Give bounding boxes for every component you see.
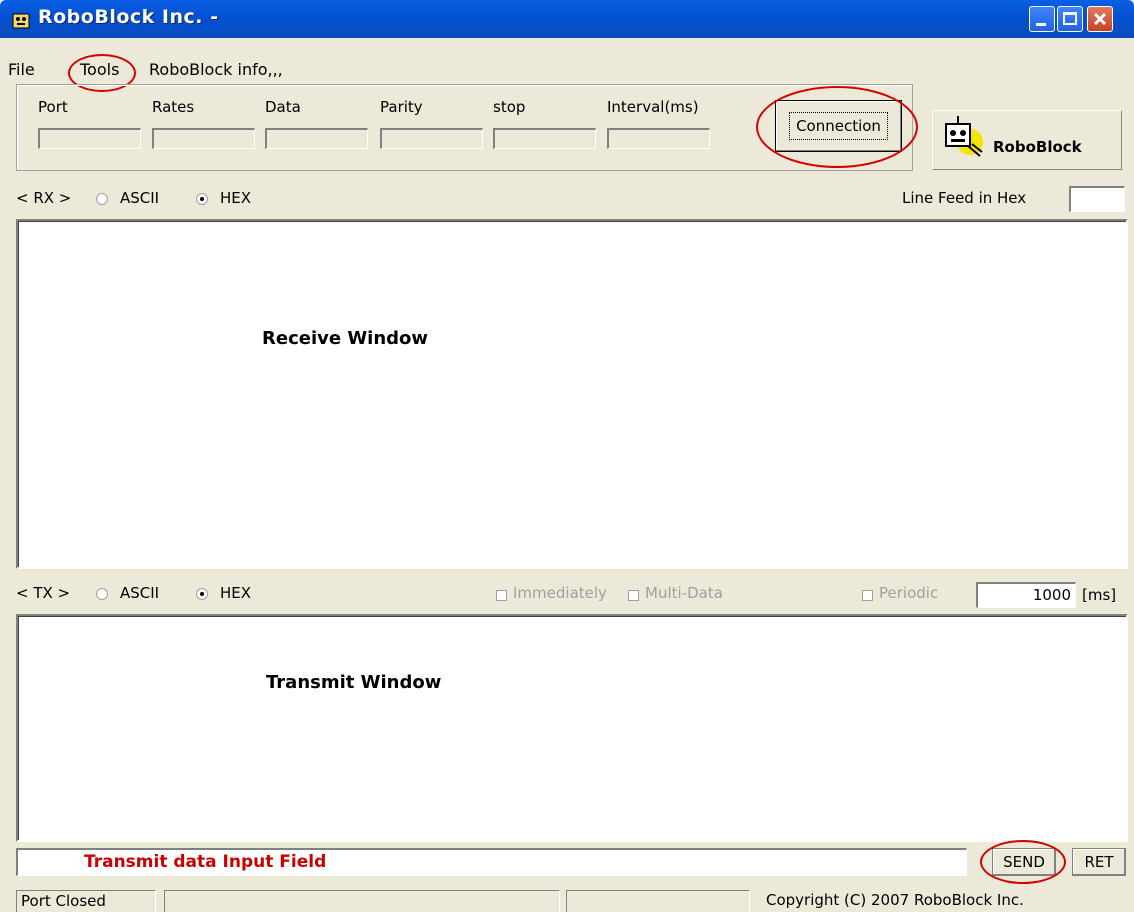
line-feed-label: Line Feed in Hex xyxy=(902,189,1027,207)
annotation-circle-send xyxy=(980,840,1066,884)
ret-button[interactable]: RET xyxy=(1072,848,1126,876)
tx-ascii-label[interactable]: ASCII xyxy=(120,584,159,602)
window-title: RoboBlock Inc. - xyxy=(38,6,219,28)
parity-label: Parity xyxy=(380,98,423,116)
immediately-checkbox[interactable] xyxy=(496,590,507,601)
minimize-icon xyxy=(1036,23,1046,26)
tx-hex-label[interactable]: HEX xyxy=(220,584,251,602)
periodic-interval-input[interactable]: 1000 xyxy=(976,582,1076,608)
rx-ascii-label[interactable]: ASCII xyxy=(120,189,159,207)
status-port: Port Closed xyxy=(16,890,156,912)
robot-logo-icon xyxy=(945,116,983,157)
rx-hex-radio[interactable] xyxy=(196,193,208,205)
line-feed-input[interactable] xyxy=(1069,186,1125,212)
annotation-circle-connection xyxy=(756,86,918,168)
periodic-checkbox[interactable] xyxy=(862,590,873,601)
multi-data-label[interactable]: Multi-Data xyxy=(645,584,723,602)
maximize-button[interactable] xyxy=(1057,6,1083,32)
transmit-window[interactable] xyxy=(16,614,1128,842)
rx-ascii-radio[interactable] xyxy=(96,193,108,205)
transmit-input-placeholder: Transmit data Input Field xyxy=(84,852,327,872)
receive-window[interactable] xyxy=(16,219,1128,569)
menu-roboblock-info[interactable]: RoboBlock info,,, xyxy=(149,60,283,79)
logo-label: RoboBlock xyxy=(993,138,1082,156)
minimize-button[interactable] xyxy=(1029,6,1055,32)
status-panel-2 xyxy=(164,890,560,912)
robot-app-icon xyxy=(12,13,30,29)
tx-prefix: < TX > xyxy=(16,584,71,602)
multi-data-checkbox[interactable] xyxy=(628,590,639,601)
tx-hex-radio[interactable] xyxy=(196,588,208,600)
parity-field[interactable] xyxy=(380,128,483,149)
port-label: Port xyxy=(38,98,68,116)
close-button[interactable] xyxy=(1087,6,1113,32)
rx-hex-label[interactable]: HEX xyxy=(220,189,251,207)
stop-label: stop xyxy=(493,98,526,116)
rates-label: Rates xyxy=(152,98,195,116)
tx-ascii-radio[interactable] xyxy=(96,588,108,600)
data-field[interactable] xyxy=(265,128,368,149)
periodic-label[interactable]: Periodic xyxy=(879,584,938,602)
status-copyright: Copyright (C) 2007 RoboBlock Inc. xyxy=(766,891,1024,909)
data-label: Data xyxy=(265,98,301,116)
rx-prefix: < RX > xyxy=(16,189,72,207)
interval-field[interactable] xyxy=(607,128,710,149)
status-panel-3 xyxy=(566,890,750,912)
close-icon xyxy=(1093,12,1107,26)
maximize-icon xyxy=(1063,12,1077,25)
menu-file[interactable]: File xyxy=(8,60,35,79)
stop-field[interactable] xyxy=(493,128,596,149)
rates-field[interactable] xyxy=(152,128,255,149)
port-field[interactable] xyxy=(38,128,141,149)
immediately-label[interactable]: Immediately xyxy=(513,584,607,602)
transmit-window-label: Transmit Window xyxy=(266,672,442,693)
receive-window-label: Receive Window xyxy=(262,328,429,349)
interval-unit-label: [ms] xyxy=(1082,586,1117,604)
interval-label: Interval(ms) xyxy=(607,98,699,116)
